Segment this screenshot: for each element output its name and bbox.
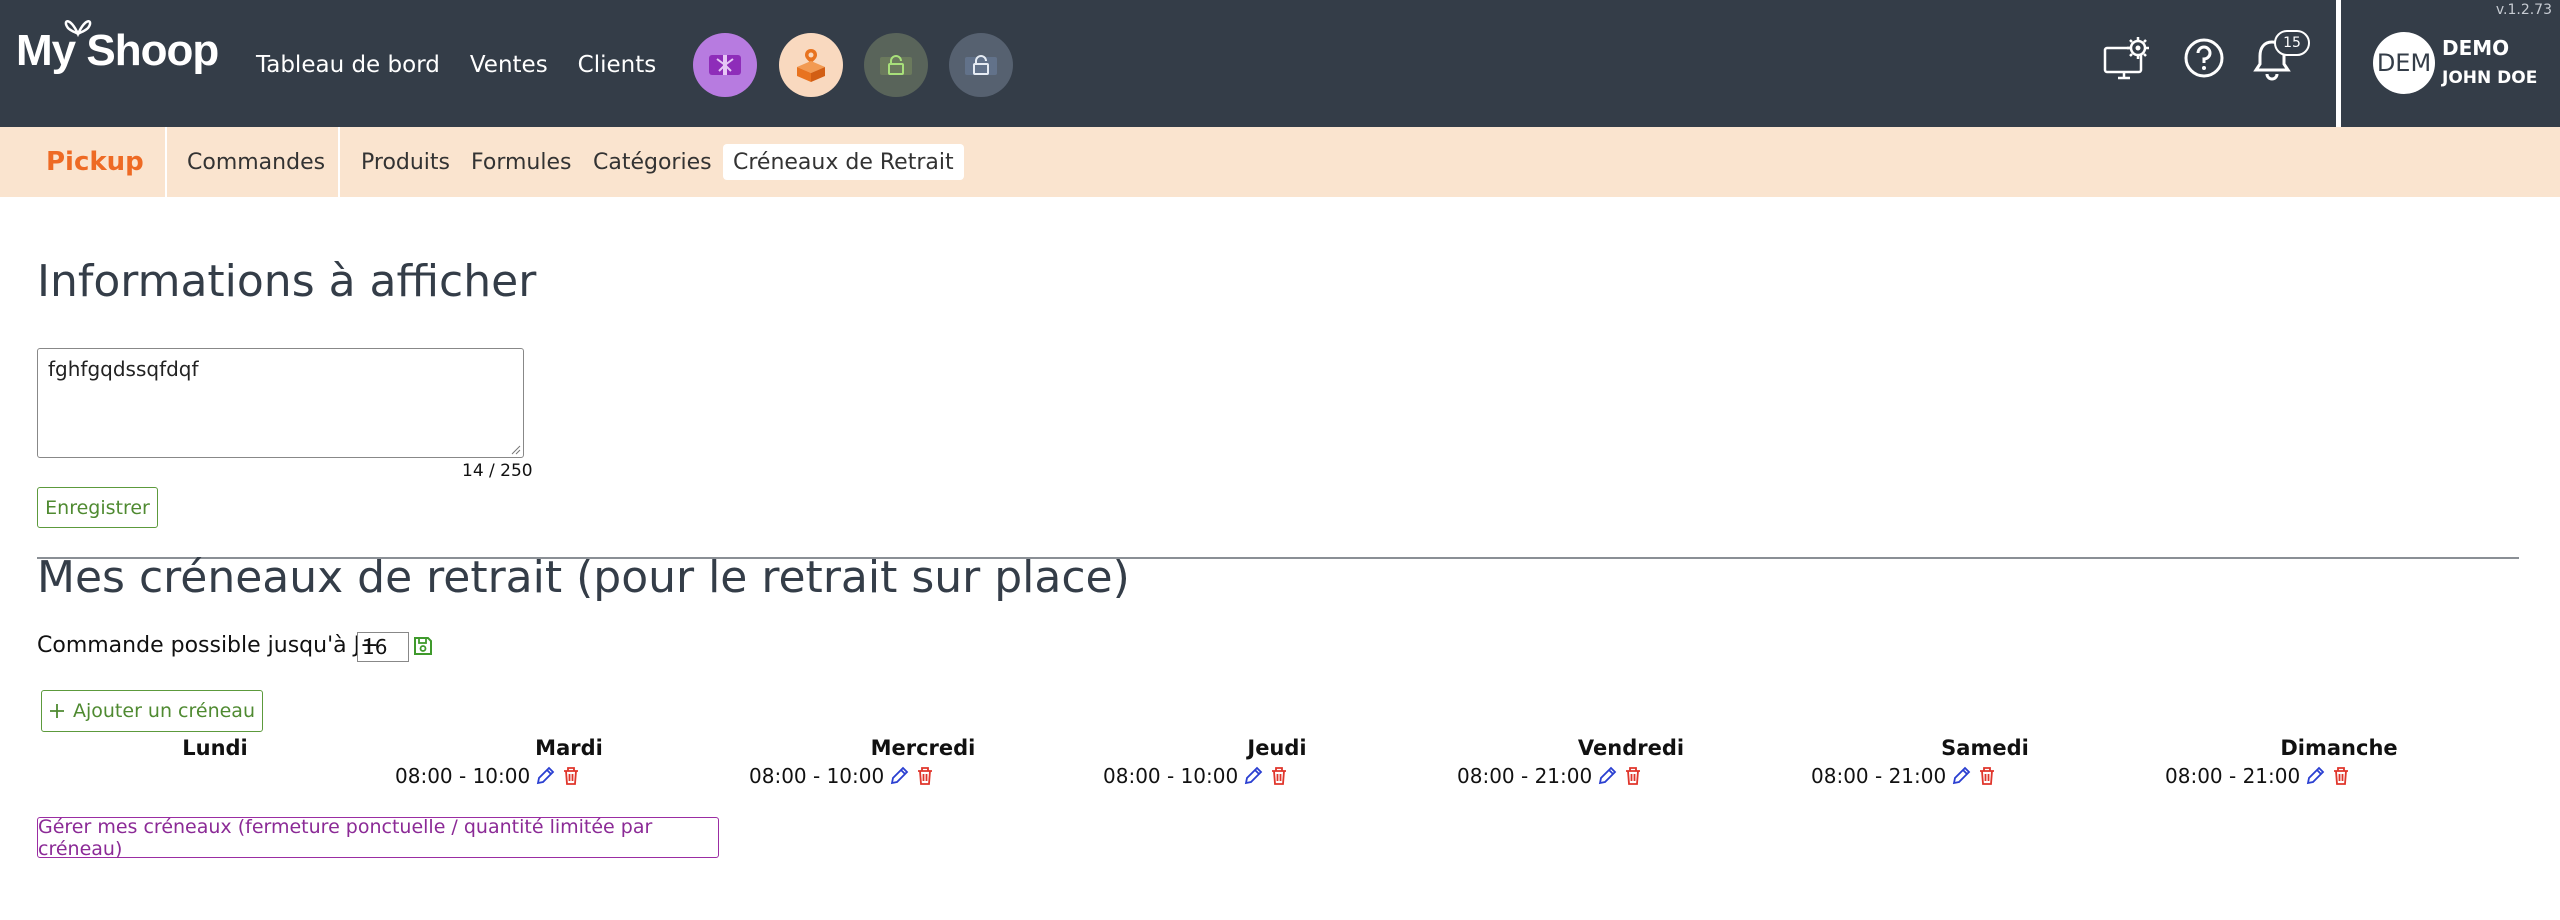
slot-time: 08:00 - 21:00: [2165, 764, 2301, 788]
slot-item: 08:00 - 10:00: [749, 764, 936, 788]
day-title: Vendredi: [1577, 736, 1685, 760]
day-column-samedi: Samedi 08:00 - 21:00: [1808, 736, 2162, 788]
day-title: Mardi: [535, 736, 603, 760]
locked-module-button-1[interactable]: [864, 33, 928, 97]
module-nav: Pickup Commandes Produits Formules Catég…: [0, 127, 2560, 197]
day-title: Lundi: [182, 736, 248, 760]
locked-module-button-2[interactable]: [949, 33, 1013, 97]
slot-item: 08:00 - 21:00: [1457, 764, 1644, 788]
slots-heading: Mes créneaux de retrait (pour le retrait…: [37, 552, 1130, 603]
gift-icon: [709, 55, 741, 75]
order-limit-label: Commande possible jusqu'à J+: [37, 633, 379, 658]
save-icon[interactable]: [413, 636, 433, 656]
lock-icon: [965, 55, 997, 75]
day-title: Mercredi: [870, 736, 976, 760]
main-nav: Tableau de bord Ventes Clients: [256, 52, 656, 78]
tab-categories[interactable]: Catégories: [583, 144, 722, 180]
logo-bow-icon: [64, 20, 92, 38]
slot-item: 08:00 - 10:00: [1103, 764, 1290, 788]
slot-item: 08:00 - 21:00: [2165, 764, 2352, 788]
day-column-mardi: Mardi 08:00 - 10:00: [392, 736, 746, 788]
nav-tableau-de-bord[interactable]: Tableau de bord: [256, 52, 440, 78]
textarea-value: fghfgqdssqfdqf: [48, 357, 199, 381]
manage-slots-button[interactable]: Gérer mes créneaux (fermeture ponctuelle…: [37, 816, 719, 860]
edit-icon[interactable]: [2304, 765, 2326, 787]
delete-icon[interactable]: [1622, 765, 1644, 787]
info-heading: Informations à afficher: [37, 256, 537, 307]
plus-icon: [49, 704, 64, 718]
edit-icon[interactable]: [888, 765, 910, 787]
delete-icon[interactable]: [560, 765, 582, 787]
edit-icon[interactable]: [534, 765, 556, 787]
day-title: Jeudi: [1247, 736, 1307, 760]
day-column-vendredi: Vendredi 08:00 - 21:00: [1454, 736, 1808, 788]
divider: [338, 127, 340, 197]
package-button[interactable]: [779, 33, 843, 97]
module-title[interactable]: Pickup: [46, 147, 144, 177]
resize-handle-icon[interactable]: [511, 445, 521, 455]
avatar: DEM: [2373, 32, 2435, 94]
slot-item: 08:00 - 10:00: [395, 764, 582, 788]
save-info-button[interactable]: Enregistrer: [37, 487, 158, 528]
user-menu[interactable]: DEM DEMO JOHN DOE: [2336, 0, 2560, 127]
order-days-input[interactable]: 16: [357, 632, 409, 662]
nav-ventes[interactable]: Ventes: [470, 52, 548, 78]
add-slot-label: Ajouter un créneau: [72, 700, 255, 722]
gift-button[interactable]: [693, 33, 757, 97]
tab-creneaux-de-retrait[interactable]: Créneaux de Retrait: [723, 144, 964, 180]
app-logo[interactable]: My Shoop: [16, 20, 219, 76]
day-column-jeudi: Jeudi 08:00 - 10:00: [1100, 736, 1454, 788]
char-counter: 14 / 250: [462, 461, 533, 481]
slot-time: 08:00 - 10:00: [395, 764, 531, 788]
day-title: Samedi: [1941, 736, 2029, 760]
tab-produits[interactable]: Produits: [351, 144, 460, 180]
edit-icon[interactable]: [1242, 765, 1264, 787]
nav-clients[interactable]: Clients: [578, 52, 657, 78]
user-full-name: JOHN DOE: [2442, 68, 2538, 88]
lock-icon: [880, 55, 912, 75]
notification-badge: 15: [2274, 30, 2310, 56]
divider: [165, 127, 167, 197]
slot-time: 08:00 - 21:00: [1811, 764, 1947, 788]
slot-time: 08:00 - 10:00: [1103, 764, 1239, 788]
help-icon[interactable]: [2182, 34, 2226, 78]
day-title: Dimanche: [2280, 736, 2398, 760]
delete-icon[interactable]: [914, 765, 936, 787]
package-pin-icon: [797, 49, 825, 82]
edit-icon[interactable]: [1950, 765, 1972, 787]
day-column-lundi: Lundi: [38, 736, 392, 760]
day-column-mercredi: Mercredi 08:00 - 10:00: [746, 736, 1100, 788]
info-textarea[interactable]: fghfgqdssqfdqf: [37, 348, 524, 458]
delete-icon[interactable]: [1976, 765, 1998, 787]
display-settings-icon[interactable]: [2102, 34, 2154, 86]
slot-time: 08:00 - 21:00: [1457, 764, 1593, 788]
delete-icon[interactable]: [1268, 765, 1290, 787]
top-navbar: My Shoop Tableau de bord Ventes Clients: [0, 0, 2560, 127]
user-account-name: DEMO: [2442, 36, 2510, 60]
slot-time: 08:00 - 10:00: [749, 764, 885, 788]
slot-item: 08:00 - 21:00: [1811, 764, 1998, 788]
delete-icon[interactable]: [2330, 765, 2352, 787]
tab-formules[interactable]: Formules: [461, 144, 581, 180]
add-slot-button[interactable]: Ajouter un créneau: [41, 690, 263, 732]
logo-text: My Shoop: [16, 26, 219, 75]
day-column-dimanche: Dimanche 08:00 - 21:00: [2162, 736, 2516, 788]
edit-icon[interactable]: [1596, 765, 1618, 787]
tab-commandes[interactable]: Commandes: [177, 144, 335, 180]
